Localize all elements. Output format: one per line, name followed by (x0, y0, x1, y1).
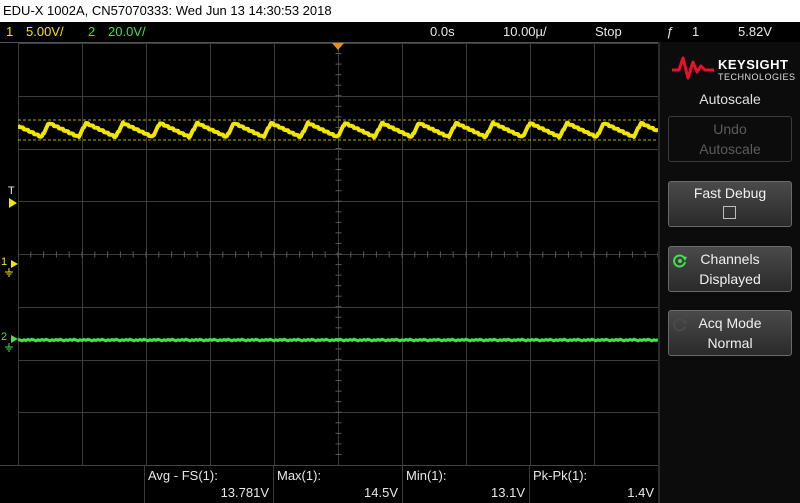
brand-name: KEYSIGHT (718, 57, 789, 72)
measurement-min[interactable]: Min(1): 13.1V (402, 466, 529, 503)
ch2-waveform (18, 337, 658, 343)
status-bar: 1 5.00V/ 2 20.0V/ 0.0s 10.00µ/ Stop ƒ 1 … (0, 22, 800, 42)
fast-debug-checkbox[interactable] (723, 206, 736, 219)
softkey-panel: KEYSIGHT TECHNOLOGIES Autoscale Undo Aut… (658, 42, 800, 503)
menu-title: Autoscale (699, 91, 761, 107)
ch2-scale[interactable]: 20.0V/ (108, 22, 146, 42)
channels-displayed-button[interactable]: Channels Displayed (668, 246, 792, 292)
ch1-ground-icon (5, 260, 18, 277)
trigger-source[interactable]: 1 (692, 22, 699, 42)
trigger-edge-icon[interactable]: ƒ (666, 22, 673, 42)
measurement-bar: Avg - FS(1): 13.781V Max(1): 14.5V Min(1… (0, 465, 658, 503)
undo-autoscale-button[interactable]: Undo Autoscale (668, 116, 792, 162)
acq-mode-button[interactable]: Acq Mode Normal (668, 310, 792, 356)
time-delay[interactable]: 0.0s (430, 22, 455, 42)
ch1-number[interactable]: 1 (6, 22, 13, 42)
brand-subtitle: TECHNOLOGIES (718, 72, 796, 82)
ch2-number[interactable]: 2 (88, 22, 95, 42)
keysight-logo: KEYSIGHT TECHNOLOGIES (666, 48, 796, 84)
ch2-ground-marker[interactable]: 2 (0, 330, 18, 352)
waveform-display[interactable] (18, 43, 658, 465)
window-title: EDU-X 1002A, CN57070333: Wed Jun 13 14:3… (3, 3, 332, 18)
trigger-level[interactable]: 5.82V (738, 22, 772, 42)
trigger-arrow-icon (9, 198, 17, 208)
ch1-scale[interactable]: 5.00V/ (26, 22, 64, 42)
fast-debug-button[interactable]: Fast Debug (668, 181, 792, 227)
ch2-ground-icon (5, 335, 18, 352)
measurement-pkpk[interactable]: Pk-Pk(1): 1.4V (529, 466, 658, 503)
keysight-wave-icon (672, 56, 714, 80)
measurement-max[interactable]: Max(1): 14.5V (273, 466, 402, 503)
ch1-ground-marker[interactable]: 1 (0, 255, 18, 277)
title-bar: EDU-X 1002A, CN57070333: Wed Jun 13 14:3… (0, 0, 800, 22)
run-state[interactable]: Stop (595, 22, 622, 42)
trigger-level-label: T (8, 185, 15, 197)
trigger-position-marker[interactable] (332, 43, 344, 50)
measurement-avg[interactable]: Avg - FS(1): 13.781V (144, 466, 273, 503)
trigger-level-marker[interactable]: T (0, 185, 18, 209)
time-base[interactable]: 10.00µ/ (503, 22, 547, 42)
